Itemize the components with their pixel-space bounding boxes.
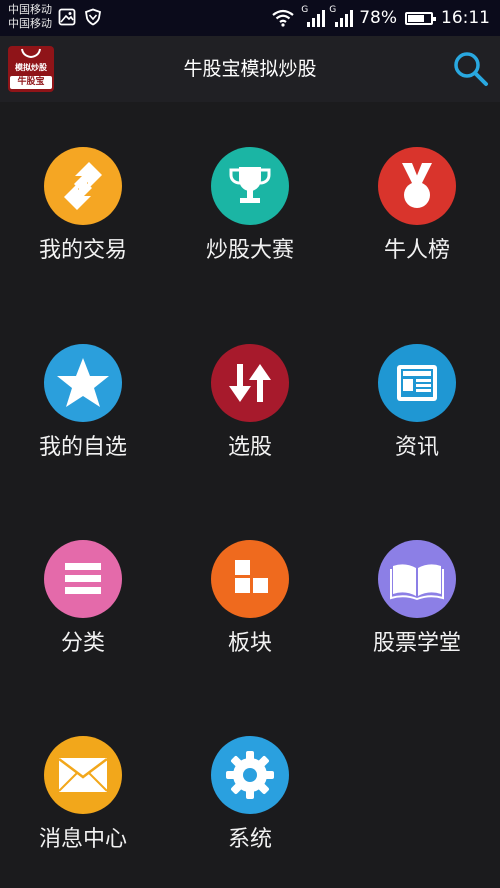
menu-item-messages[interactable]: 消息中心 [8, 736, 158, 886]
book-icon [390, 564, 444, 601]
menu-item-label: 板块 [227, 631, 272, 656]
app-title: 牛股宝模拟炒股 [183, 58, 317, 80]
menu-item-label: 我的交易 [38, 238, 127, 263]
menu-item-category[interactable]: 分类 [8, 540, 158, 690]
menu-item-circle [44, 540, 122, 618]
menu-item-label: 分类 [60, 631, 105, 656]
battery-icon [405, 11, 436, 25]
gear-icon [226, 751, 274, 799]
signal-icon-2: G [329, 5, 354, 27]
notification-icons [58, 8, 102, 26]
star-icon [57, 358, 109, 407]
battery-fill [408, 14, 425, 22]
menu-item-watchlist[interactable]: 我的自选 [8, 344, 158, 494]
trophy-icon [229, 167, 271, 203]
up-down-arrows-icon [229, 364, 271, 402]
menu-item-circle [211, 736, 289, 814]
shield-icon [84, 8, 102, 26]
battery-percent: 78% [359, 8, 397, 28]
menu-item-news[interactable]: 资讯 [342, 344, 492, 494]
signal-1-label: G [301, 5, 309, 15]
signal-icon-1: G [301, 5, 326, 27]
menu-item-my-trades[interactable]: 我的交易 [8, 147, 158, 297]
menu-item-circle [211, 344, 289, 422]
menu-item-circle [378, 344, 456, 422]
menu-item-circle [44, 344, 122, 422]
carrier-2: 中国移动 [8, 17, 52, 30]
menu-item-sectors[interactable]: 板块 [175, 540, 325, 690]
list-icon [65, 563, 101, 594]
signal-2-label: G [329, 5, 337, 15]
menu-item-circle [378, 540, 456, 618]
carrier-1: 中国移动 [8, 3, 52, 16]
menu-item-label: 牛人榜 [383, 238, 450, 263]
menu-item-label: 选股 [227, 435, 272, 460]
app-bar: 模拟炒股 牛股宝 牛股宝模拟炒股 [0, 36, 500, 102]
clock: 16:11 [441, 8, 490, 28]
menu-item-leaderboard[interactable]: 牛人榜 [342, 147, 492, 297]
menu-item-label: 资讯 [394, 435, 439, 460]
menu-item-circle [211, 147, 289, 225]
search-icon[interactable] [452, 50, 490, 88]
menu-item-circle [44, 147, 122, 225]
status-right: G G 78% 16:11 [271, 0, 490, 36]
menu-item-academy[interactable]: 股票学堂 [342, 540, 492, 690]
status-bar: 中国移动 中国移动 G G 78% 16:11 [0, 0, 500, 36]
menu-item-system[interactable]: 系统 [175, 736, 325, 886]
newspaper-icon [397, 365, 437, 401]
blocks-icon [235, 560, 268, 593]
menu-item-circle [211, 540, 289, 618]
image-icon [58, 8, 76, 26]
medal-icon [402, 163, 432, 208]
menu-item-label: 炒股大赛 [205, 238, 294, 263]
carrier-info: 中国移动 中国移动 [8, 3, 52, 31]
menu-item-label: 系统 [227, 827, 272, 852]
menu-item-label: 股票学堂 [372, 631, 461, 656]
menu-item-circle [378, 147, 456, 225]
swap-arrows-icon [64, 162, 102, 210]
menu-item-label: 我的自选 [38, 435, 127, 460]
menu-item-circle [44, 736, 122, 814]
envelope-icon [58, 758, 108, 792]
menu-item-contest[interactable]: 炒股大赛 [175, 147, 325, 297]
menu-item-stock-picker[interactable]: 选股 [175, 344, 325, 494]
menu-item-label: 消息中心 [38, 827, 127, 852]
wifi-icon [272, 9, 294, 27]
